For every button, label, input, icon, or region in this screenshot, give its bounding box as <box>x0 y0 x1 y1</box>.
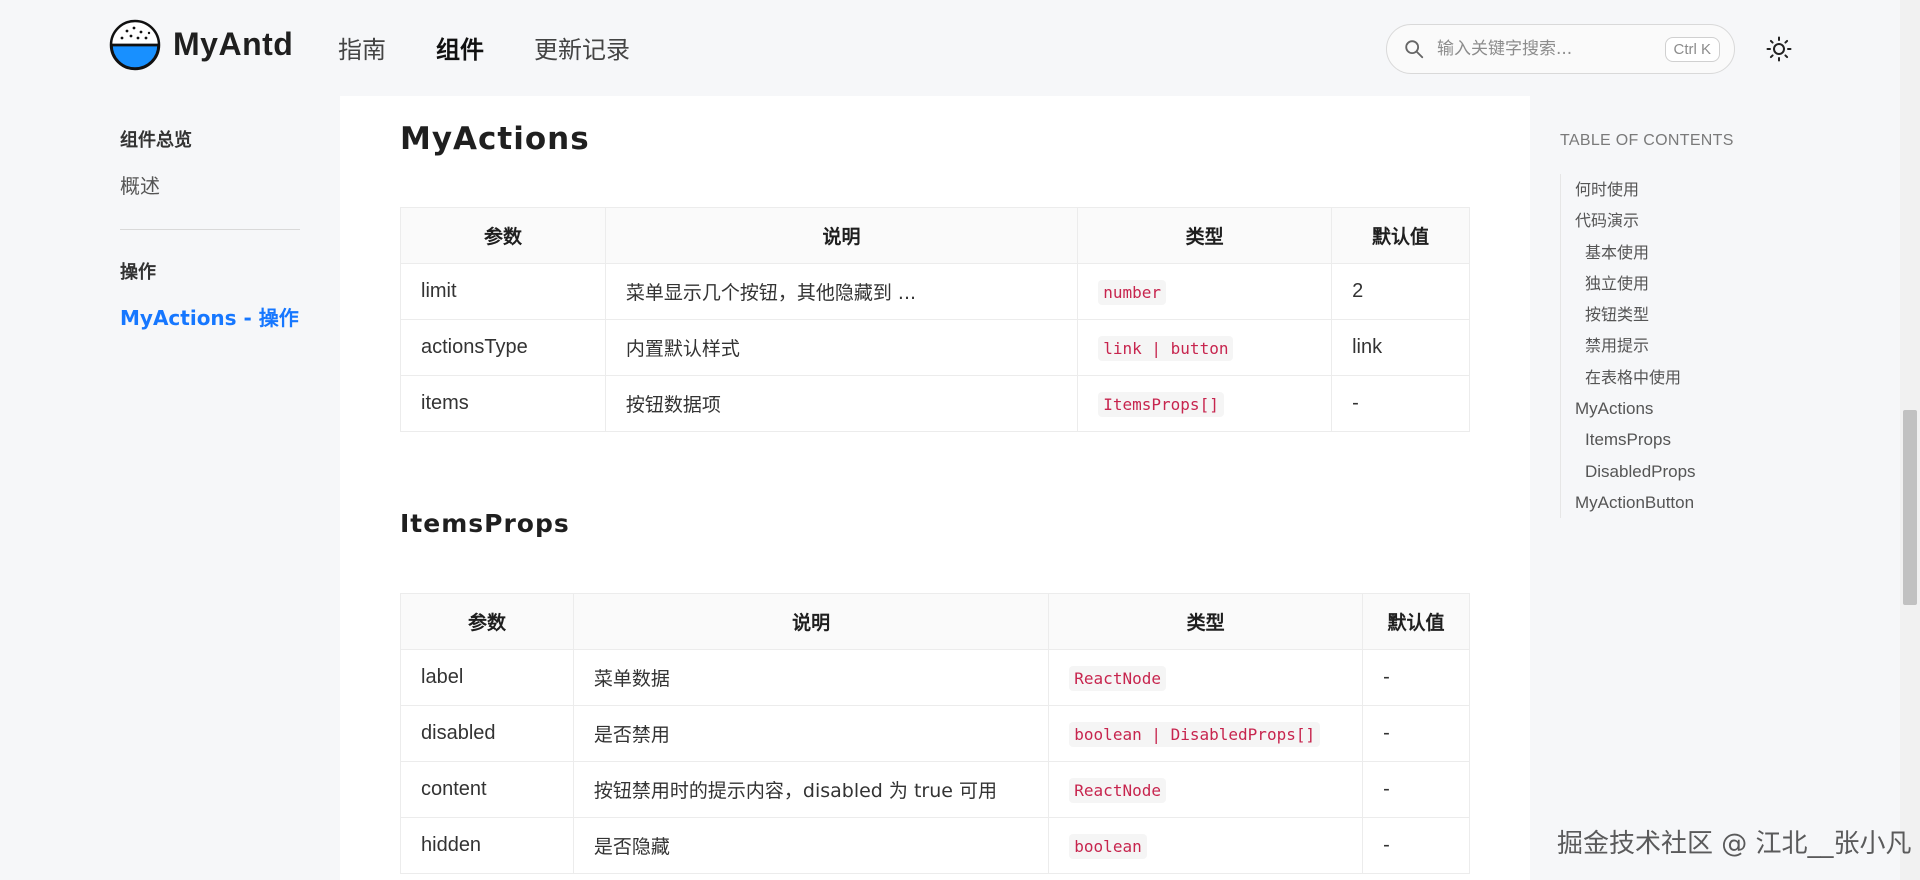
param-cell: limit <box>400 263 606 320</box>
table-of-contents: TABLE OF CONTENTS 何时使用 代码演示 基本使用 独立使用 按钮… <box>1560 132 1734 519</box>
table-row: hidden 是否隐藏 boolean - <box>400 817 1470 874</box>
param-cell: items <box>400 375 606 432</box>
type-cell: boolean | DisabledProps[] <box>1048 705 1364 762</box>
type-code: link | button <box>1098 335 1234 361</box>
toc-item-disabledprops[interactable]: DisabledProps <box>1561 456 1734 487</box>
type-code: boolean | DisabledProps[] <box>1069 721 1321 747</box>
column-header: 默认值 <box>1362 593 1470 650</box>
toc-item-myactions[interactable]: MyActions <box>1561 393 1734 424</box>
sun-icon[interactable] <box>1766 36 1792 62</box>
table-row: label 菜单数据 ReactNode - <box>400 649 1470 706</box>
param-cell: disabled <box>400 705 574 762</box>
nav-changelog[interactable]: 更新记录 <box>534 30 630 65</box>
type-code: ReactNode <box>1069 665 1166 691</box>
default-cell: - <box>1362 649 1470 706</box>
myactions-api-table: 参数 说明 类型 默认值 limit 菜单显示几个按钮，其他隐藏到 ... nu… <box>400 207 1470 432</box>
toc-item-disabled-tip[interactable]: 禁用提示 <box>1561 330 1734 361</box>
table-row: actionsType 内置默认样式 link | button link <box>400 319 1470 376</box>
sidebar-group-overview: 组件总览 <box>120 130 192 151</box>
toc-item-myactionbutton[interactable]: MyActionButton <box>1561 487 1734 518</box>
top-nav: 指南 组件 更新记录 <box>338 30 680 65</box>
type-code: ReactNode <box>1069 777 1166 803</box>
table-row: items 按钮数据项 ItemsProps[] - <box>400 375 1470 432</box>
main-content: MyActions 参数 说明 类型 默认值 limit 菜单显示几个按钮，其他… <box>340 96 1530 880</box>
shortcut-badge: Ctrl K <box>1664 37 1720 62</box>
desc-cell: 菜单显示几个按钮，其他隐藏到 ... <box>604 263 1079 320</box>
type-cell: number <box>1077 263 1333 320</box>
left-sidebar: 组件总览 概述 操作 MyActions - 操作 <box>120 126 300 331</box>
default-cell: - <box>1331 375 1470 432</box>
itemsprops-api-table: 参数 说明 类型 默认值 label 菜单数据 ReactNode - disa… <box>400 593 1470 874</box>
column-header: 类型 <box>1048 593 1364 650</box>
param-cell: label <box>400 649 574 706</box>
nav-guide[interactable]: 指南 <box>338 30 386 65</box>
search-input[interactable] <box>1437 39 1647 59</box>
toc-item-demos[interactable]: 代码演示 <box>1561 205 1734 236</box>
toc-title: TABLE OF CONTENTS <box>1560 132 1734 149</box>
type-cell: ReactNode <box>1048 649 1364 706</box>
brand-name[interactable]: MyAntd <box>173 26 293 63</box>
column-header: 参数 <box>400 593 574 650</box>
type-code: ItemsProps[] <box>1098 391 1224 417</box>
toc-item-in-table[interactable]: 在表格中使用 <box>1561 362 1734 393</box>
param-cell: actionsType <box>400 319 606 376</box>
sidebar-item-myactions[interactable]: MyActions - 操作 <box>120 302 300 331</box>
sidebar-item-overview[interactable]: 概述 <box>120 170 300 199</box>
param-cell: hidden <box>400 817 574 874</box>
default-cell: link <box>1331 319 1470 376</box>
table-header-row: 参数 说明 类型 默认值 <box>400 593 1470 650</box>
type-code: boolean <box>1069 833 1147 859</box>
section-title-myactions: MyActions <box>400 121 590 157</box>
rice-bowl-logo-icon[interactable] <box>109 19 161 71</box>
column-header: 默认值 <box>1331 207 1470 264</box>
toc-item-itemsprops[interactable]: ItemsProps <box>1561 424 1734 455</box>
param-cell: content <box>400 761 574 818</box>
default-cell: - <box>1362 817 1470 874</box>
section-title-itemsprops: ItemsProps <box>400 509 570 538</box>
top-header: MyAntd 指南 组件 更新记录 Ctrl K <box>0 0 1920 96</box>
toc-item-when-to-use[interactable]: 何时使用 <box>1561 174 1734 205</box>
type-code: number <box>1098 279 1167 305</box>
default-cell: - <box>1362 705 1470 762</box>
scrollbar-thumb[interactable] <box>1903 410 1917 605</box>
type-cell: link | button <box>1077 319 1333 376</box>
type-cell: ItemsProps[] <box>1077 375 1333 432</box>
sidebar-group-actions: 操作 <box>120 262 156 283</box>
table-row: content 按钮禁用时的提示内容，disabled 为 true 可用 Re… <box>400 761 1470 818</box>
table-row: limit 菜单显示几个按钮，其他隐藏到 ... number 2 <box>400 263 1470 320</box>
search-box[interactable]: Ctrl K <box>1386 24 1735 74</box>
desc-cell: 按钮数据项 <box>604 375 1079 432</box>
desc-cell: 是否隐藏 <box>572 817 1050 874</box>
search-icon <box>1405 40 1424 59</box>
desc-cell: 内置默认样式 <box>604 319 1079 376</box>
watermark: 掘金技术社区 @ 江北__张小凡 <box>1557 829 1912 859</box>
table-header-row: 参数 说明 类型 默认值 <box>400 207 1470 264</box>
toc-item-basic-usage[interactable]: 基本使用 <box>1561 237 1734 268</box>
table-row: disabled 是否禁用 boolean | DisabledProps[] … <box>400 705 1470 762</box>
toc-list: 何时使用 代码演示 基本使用 独立使用 按钮类型 禁用提示 在表格中使用 MyA… <box>1560 174 1734 519</box>
toc-item-standalone-usage[interactable]: 独立使用 <box>1561 268 1734 299</box>
column-header: 类型 <box>1077 207 1333 264</box>
column-header: 说明 <box>604 207 1079 264</box>
desc-cell: 是否禁用 <box>572 705 1050 762</box>
column-header: 参数 <box>400 207 606 264</box>
default-cell: 2 <box>1331 263 1470 320</box>
default-cell: - <box>1362 761 1470 818</box>
toc-item-button-type[interactable]: 按钮类型 <box>1561 299 1734 330</box>
sidebar-divider <box>120 229 300 230</box>
nav-components[interactable]: 组件 <box>436 30 484 65</box>
type-cell: boolean <box>1048 817 1364 874</box>
type-cell: ReactNode <box>1048 761 1364 818</box>
column-header: 说明 <box>572 593 1050 650</box>
desc-cell: 菜单数据 <box>572 649 1050 706</box>
desc-cell: 按钮禁用时的提示内容，disabled 为 true 可用 <box>572 761 1050 818</box>
